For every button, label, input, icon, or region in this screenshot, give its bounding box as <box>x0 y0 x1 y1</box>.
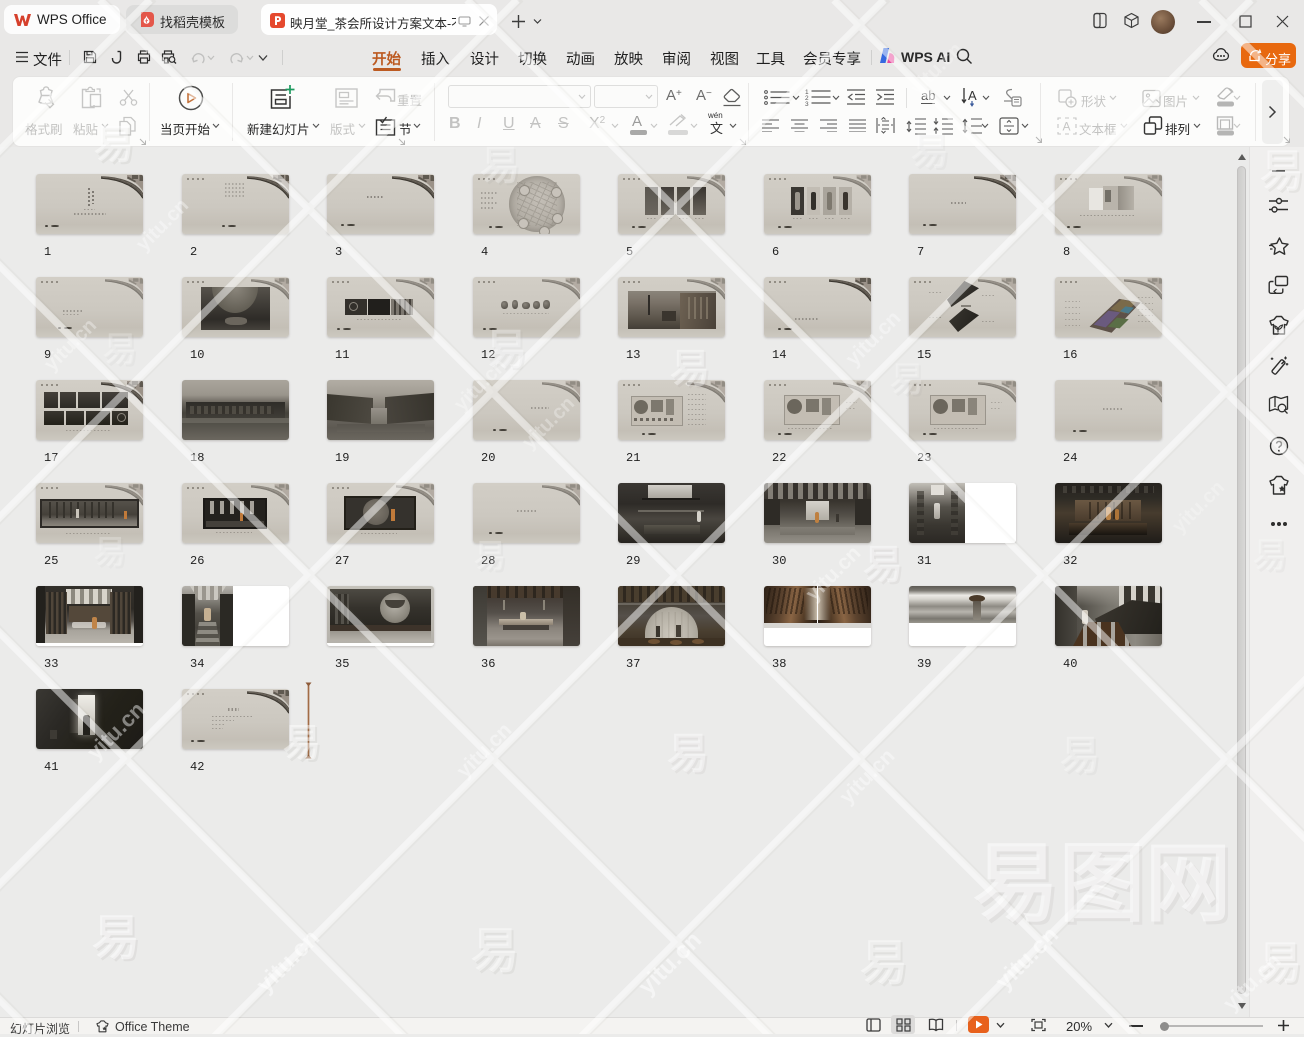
svg-text:A: A <box>968 88 977 103</box>
svg-text:A: A <box>1063 120 1071 134</box>
svg-text:3: 3 <box>805 101 809 106</box>
